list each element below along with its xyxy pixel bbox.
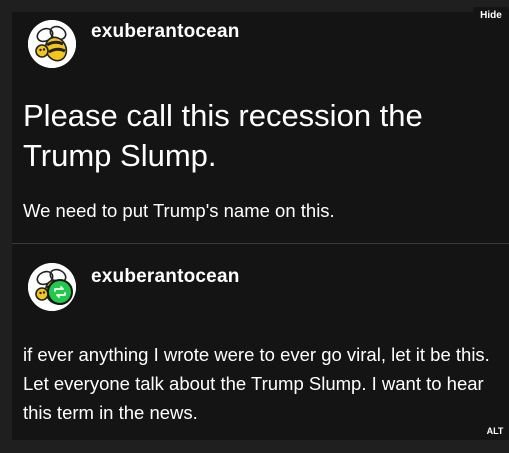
post-divider [12, 243, 509, 244]
original-post: exuberantocean Please call this recessio… [12, 12, 509, 243]
avatar[interactable] [28, 20, 76, 68]
reblog-icon [54, 286, 66, 298]
screenshot-frame: exuberantocean Please call this recessio… [0, 0, 509, 453]
hide-button[interactable]: Hide [473, 7, 509, 25]
bee-icon [28, 20, 76, 68]
username[interactable]: exuberantocean [91, 21, 240, 43]
reblog-text: if ever anything I wrote were to ever go… [23, 344, 490, 423]
username[interactable]: exuberantocean [91, 266, 240, 288]
post-subtext: We need to put Trump's name on this. [23, 200, 335, 221]
reblog-badge [47, 279, 73, 305]
post-headline: Please call this recession the Trump Slu… [23, 98, 423, 173]
reblog-post: exuberantocean if ever anything I wrote … [12, 245, 509, 440]
alt-text-button[interactable]: ALT [482, 423, 508, 440]
post-card: exuberantocean Please call this recessio… [12, 12, 509, 440]
